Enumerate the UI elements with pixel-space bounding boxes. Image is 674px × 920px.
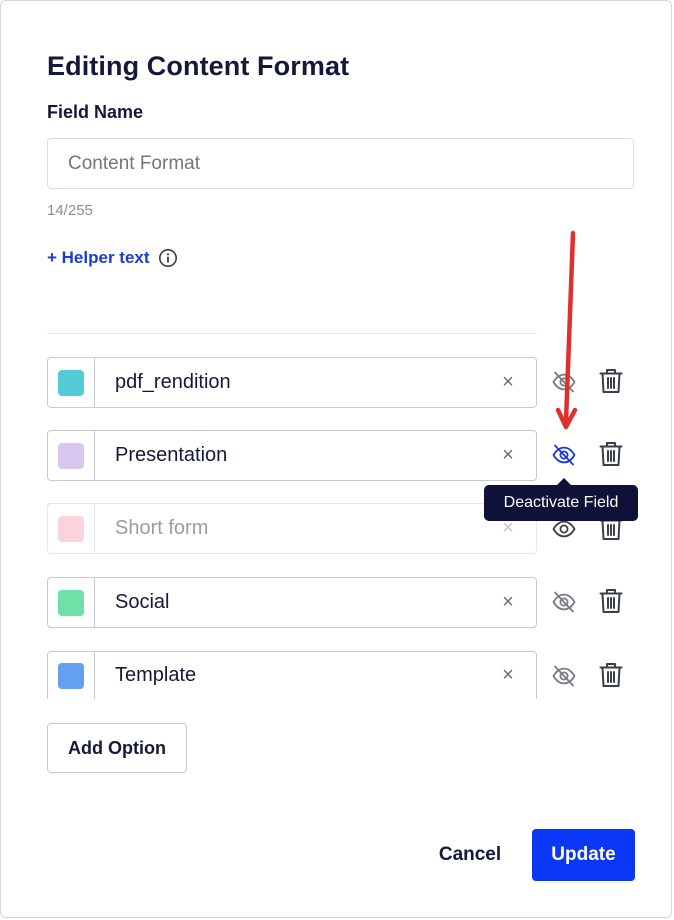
color-picker[interactable] — [48, 578, 95, 627]
option-row: Short form × — [47, 503, 537, 554]
update-button[interactable]: Update — [532, 829, 635, 881]
character-counter: 14/255 — [47, 202, 93, 219]
trash-icon[interactable] — [595, 585, 627, 617]
deactivate-tooltip: Deactivate Field — [484, 485, 638, 521]
option-row: Presentation × — [47, 430, 537, 481]
section-divider — [47, 333, 537, 334]
color-swatch — [58, 442, 84, 469]
dialog-title: Editing Content Format — [47, 51, 350, 81]
option-label[interactable]: Short form — [95, 504, 480, 553]
option-label[interactable]: Presentation — [95, 431, 480, 480]
helper-text-label: + Helper text — [47, 248, 150, 267]
color-swatch — [58, 662, 84, 689]
tooltip-arrow — [557, 478, 571, 485]
clear-icon[interactable]: × — [480, 431, 536, 480]
trash-icon[interactable] — [595, 438, 627, 470]
clear-icon[interactable]: × — [480, 578, 536, 627]
cancel-button[interactable]: Cancel — [421, 830, 519, 880]
color-swatch — [58, 515, 84, 542]
option-row: Social × — [47, 577, 537, 628]
trash-icon[interactable] — [595, 659, 627, 691]
color-picker[interactable] — [48, 431, 95, 480]
color-picker[interactable] — [48, 504, 95, 553]
info-icon[interactable] — [158, 248, 178, 268]
color-picker[interactable] — [48, 652, 95, 699]
field-name-input[interactable] — [47, 138, 634, 189]
helper-text-link[interactable]: + Helper text — [47, 248, 178, 268]
color-swatch — [58, 589, 84, 616]
clear-icon[interactable]: × — [480, 652, 536, 699]
color-swatch — [58, 369, 84, 396]
option-row: pdf_rendition × — [47, 357, 537, 408]
trash-icon[interactable] — [595, 365, 627, 397]
add-option-button[interactable]: Add Option — [47, 723, 187, 773]
eye-off-icon[interactable] — [548, 660, 580, 692]
option-label[interactable]: Social — [95, 578, 480, 627]
option-label[interactable]: Template — [95, 652, 480, 699]
annotation-arrow-icon — [555, 230, 578, 430]
option-row: Template × — [47, 651, 537, 699]
field-name-label: Field Name — [47, 102, 144, 122]
option-label[interactable]: pdf_rendition — [95, 358, 480, 407]
eye-off-icon[interactable] — [548, 439, 580, 471]
clear-icon[interactable]: × — [480, 358, 536, 407]
edit-field-dialog: Editing Content Format Field Name 14/255… — [0, 0, 672, 918]
eye-off-icon[interactable] — [548, 586, 580, 618]
color-picker[interactable] — [48, 358, 95, 407]
